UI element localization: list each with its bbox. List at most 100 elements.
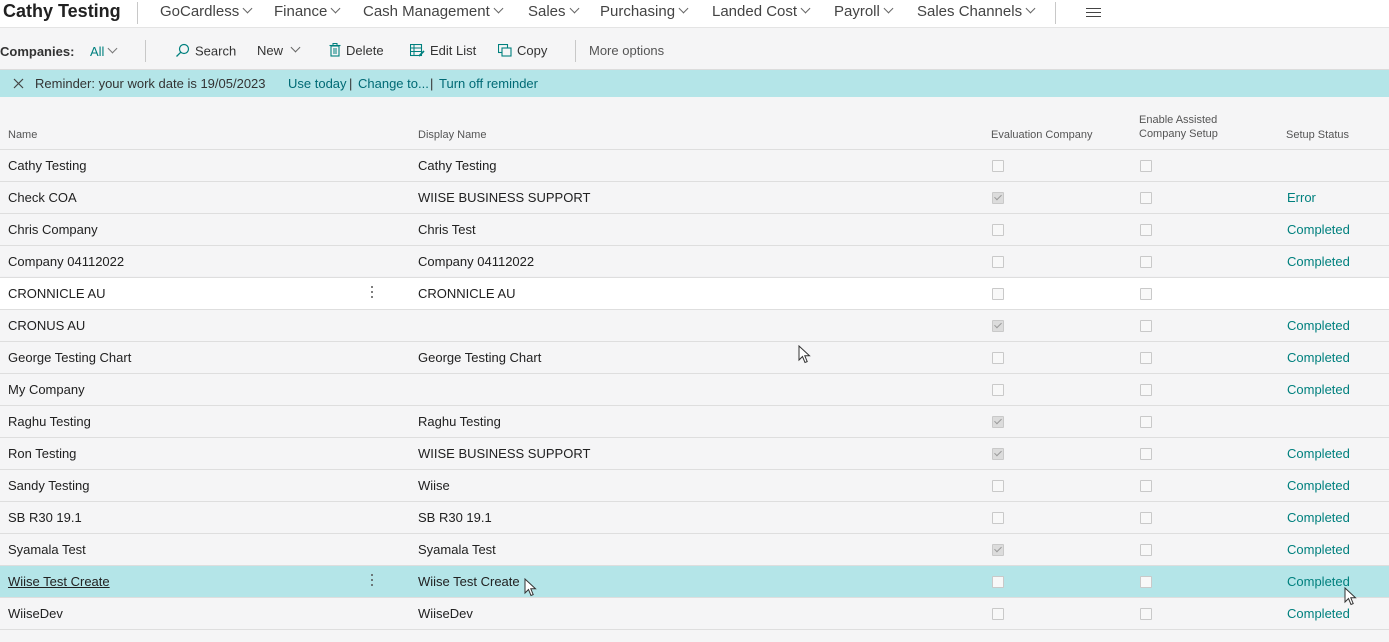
- column-header-display-name[interactable]: Display Name: [418, 128, 486, 142]
- evaluation-checkbox: [992, 192, 1004, 204]
- trash-icon: [329, 43, 341, 60]
- cell-setup-status[interactable]: Completed: [1287, 574, 1350, 589]
- cell-display-name: Chris Test: [418, 222, 476, 237]
- nav-landed-cost[interactable]: Landed Cost: [712, 3, 811, 20]
- cell-display-name: Cathy Testing: [418, 158, 497, 173]
- assisted-setup-checkbox: [1140, 448, 1152, 460]
- cell-display-name: SB R30 19.1: [418, 510, 492, 525]
- cell-setup-status[interactable]: Completed: [1287, 222, 1350, 237]
- edit-list-button[interactable]: Edit List: [409, 43, 476, 60]
- assisted-setup-checkbox: [1140, 608, 1152, 620]
- table-row[interactable]: Check COA WIISE BUSINESS SUPPORT Error: [0, 181, 1389, 213]
- table-row[interactable]: CRONNICLE AU CRONNICLE AU: [0, 277, 1389, 309]
- table-row[interactable]: SB R30 19.1 SB R30 19.1 Completed: [0, 501, 1389, 533]
- table-row[interactable]: Ron Testing WIISE BUSINESS SUPPORT Compl…: [0, 437, 1389, 469]
- table-row[interactable]: Sandy Testing Wiise Completed: [0, 469, 1389, 501]
- column-header-name[interactable]: Name: [8, 128, 37, 142]
- chevron-down-icon: [1025, 3, 1036, 14]
- cell-name[interactable]: CRONUS AU: [8, 318, 85, 333]
- assisted-setup-checkbox: [1140, 320, 1152, 332]
- cell-setup-status[interactable]: Completed: [1287, 350, 1350, 365]
- cell-display-name: WIISE BUSINESS SUPPORT: [418, 446, 591, 461]
- cell-name[interactable]: George Testing Chart: [8, 350, 131, 365]
- evaluation-checkbox: [992, 512, 1004, 524]
- cell-setup-status[interactable]: Completed: [1287, 510, 1350, 525]
- nav-purchasing[interactable]: Purchasing: [600, 3, 689, 20]
- mouse-cursor-icon: [1344, 587, 1357, 606]
- row-actions-icon[interactable]: [370, 574, 374, 590]
- hamburger-menu-icon[interactable]: [1086, 8, 1101, 19]
- table-row[interactable]: Raghu Testing Raghu Testing: [0, 405, 1389, 437]
- table-row[interactable]: George Testing Chart George Testing Char…: [0, 341, 1389, 373]
- search-icon: [175, 43, 190, 61]
- column-header-assisted-line1: Enable Assisted: [1139, 114, 1218, 126]
- column-header-assisted-line2: Company Setup: [1139, 128, 1218, 140]
- nav-finance[interactable]: Finance: [274, 3, 341, 20]
- cell-display-name: CRONNICLE AU: [418, 286, 516, 301]
- cell-setup-status[interactable]: Completed: [1287, 478, 1350, 493]
- cell-name[interactable]: My Company: [8, 382, 85, 397]
- cell-setup-status[interactable]: Completed: [1287, 318, 1350, 333]
- cell-setup-status[interactable]: Completed: [1287, 606, 1350, 621]
- work-date-reminder: Reminder: your work date is 19/05/2023 U…: [0, 70, 1389, 97]
- more-options-button[interactable]: More options: [589, 43, 664, 58]
- cell-setup-status[interactable]: Completed: [1287, 382, 1350, 397]
- evaluation-checkbox: [992, 320, 1004, 332]
- chevron-down-icon: [678, 3, 689, 14]
- column-header-assisted-setup[interactable]: Enable Assisted Company Setup: [1139, 113, 1218, 141]
- cell-name[interactable]: Chris Company: [8, 222, 98, 237]
- cell-name[interactable]: Check COA: [8, 190, 77, 205]
- cell-setup-status[interactable]: Completed: [1287, 254, 1350, 269]
- cell-setup-status[interactable]: Error: [1287, 190, 1316, 205]
- separator: |: [349, 76, 353, 91]
- use-today-link[interactable]: Use today: [288, 76, 347, 91]
- assisted-setup-checkbox: [1140, 544, 1152, 556]
- column-header-evaluation-company[interactable]: Evaluation Company: [991, 128, 1093, 142]
- nav-gocardless[interactable]: GoCardless: [160, 3, 253, 20]
- chevron-down-icon: [800, 3, 811, 14]
- copy-button[interactable]: Copy: [497, 43, 547, 60]
- cell-name[interactable]: WiiseDev: [8, 606, 63, 621]
- delete-button[interactable]: Delete: [329, 43, 384, 60]
- mouse-cursor-icon: [524, 578, 537, 597]
- cell-display-name: Syamala Test: [418, 542, 496, 557]
- cell-name[interactable]: Raghu Testing: [8, 414, 91, 429]
- evaluation-checkbox: [992, 576, 1004, 588]
- cell-name[interactable]: Sandy Testing: [8, 478, 89, 493]
- nav-sales[interactable]: Sales: [528, 3, 579, 20]
- table-row[interactable]: Company 04112022 Company 04112022 Comple…: [0, 245, 1389, 277]
- cell-name[interactable]: Wiise Test Create: [8, 574, 110, 589]
- company-title[interactable]: Cathy Testing: [3, 1, 121, 22]
- row-actions-icon[interactable]: [370, 286, 374, 302]
- nav-cash-management[interactable]: Cash Management: [363, 3, 504, 20]
- table-row[interactable]: Chris Company Chris Test Completed: [0, 213, 1389, 245]
- table-row[interactable]: Cathy Testing Cathy Testing: [0, 149, 1389, 181]
- divider: [137, 2, 138, 24]
- search-button[interactable]: Search: [175, 43, 236, 61]
- cell-name[interactable]: SB R30 19.1: [8, 510, 82, 525]
- chevron-down-icon: [242, 3, 253, 14]
- cell-name[interactable]: Company 04112022: [8, 254, 124, 269]
- column-header-setup-status[interactable]: Setup Status: [1286, 128, 1349, 142]
- close-icon[interactable]: [12, 77, 26, 91]
- table-row[interactable]: WiiseDev WiiseDev Completed: [0, 597, 1389, 630]
- chevron-down-icon: [108, 43, 118, 54]
- table-row[interactable]: Syamala Test Syamala Test Completed: [0, 533, 1389, 565]
- cell-setup-status[interactable]: Completed: [1287, 542, 1350, 557]
- cell-name[interactable]: Syamala Test: [8, 542, 86, 557]
- cell-name[interactable]: CRONNICLE AU: [8, 286, 106, 301]
- companies-filter-dropdown[interactable]: All: [90, 43, 118, 59]
- cell-display-name: WiiseDev: [418, 606, 473, 621]
- cell-setup-status[interactable]: Completed: [1287, 446, 1350, 461]
- nav-sales-channels[interactable]: Sales Channels: [917, 3, 1036, 20]
- chevron-down-icon: [493, 3, 504, 14]
- cell-name[interactable]: Ron Testing: [8, 446, 76, 461]
- table-row[interactable]: CRONUS AU Completed: [0, 309, 1389, 341]
- table-row[interactable]: My Company Completed: [0, 373, 1389, 405]
- nav-payroll[interactable]: Payroll: [834, 3, 894, 20]
- cell-name[interactable]: Cathy Testing: [8, 158, 87, 173]
- turn-off-reminder-link[interactable]: Turn off reminder: [439, 76, 538, 91]
- change-to-link[interactable]: Change to...: [358, 76, 429, 91]
- table-row-selected[interactable]: Wiise Test Create Wiise Test Create Comp…: [0, 565, 1389, 597]
- new-button[interactable]: New: [257, 42, 301, 58]
